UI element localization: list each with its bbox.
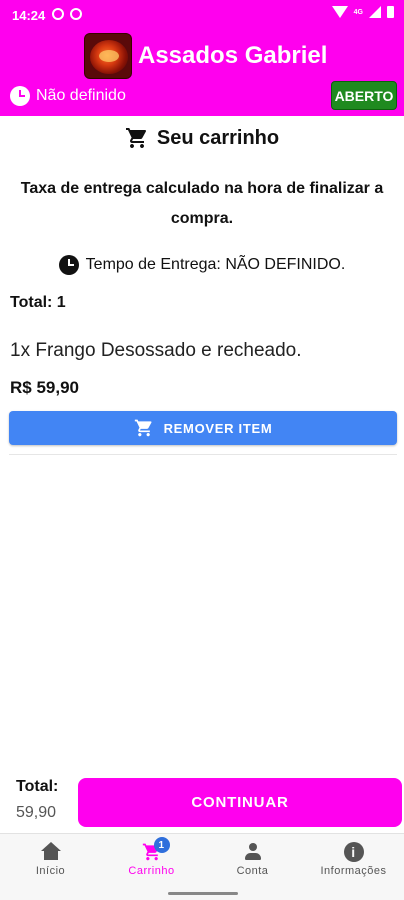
- opening-time: Não definido: [10, 86, 126, 106]
- home-indicator[interactable]: [168, 892, 238, 895]
- delivery-time: Tempo de Entrega: NÃO DEFINIDO.: [0, 255, 404, 275]
- battery-icon: [387, 6, 394, 18]
- delivery-fee-note: Taxa de entrega calculado na hora de fin…: [20, 180, 384, 227]
- cart-item-price: R$ 59,90: [10, 378, 79, 397]
- footer-total-value: 59,90: [16, 804, 57, 821]
- network-type: 4G: [353, 8, 363, 16]
- wifi-icon: [331, 6, 348, 18]
- continue-button[interactable]: CONTINUAR: [78, 778, 402, 827]
- bottom-navigation: Início 1 Carrinho Conta i Informações: [0, 833, 404, 900]
- status-bar: 14:24 4G: [0, 0, 404, 30]
- divider: [9, 454, 397, 455]
- status-time: 14:24: [12, 8, 46, 23]
- nav-item-carrinho[interactable]: 1 Carrinho: [101, 834, 202, 900]
- nav-label: Informações: [320, 865, 387, 877]
- remove-item-button[interactable]: REMOVER ITEM: [9, 411, 397, 445]
- notification-icon: [52, 8, 64, 20]
- cart-item-name: 1x Frango Desossado e recheado.: [10, 340, 302, 361]
- cart-icon: [134, 419, 152, 437]
- nav-label: Conta: [236, 865, 269, 877]
- home-icon: [40, 842, 62, 862]
- remove-item-label: REMOVER ITEM: [163, 420, 273, 436]
- clock-icon: [10, 86, 30, 106]
- clock-icon: [58, 255, 79, 275]
- opening-time-label: Não definido: [36, 87, 126, 104]
- open-status-badge: ABERTO: [331, 81, 397, 110]
- signal-icon: [369, 6, 381, 18]
- info-icon: i: [343, 842, 364, 862]
- store-name: Assados Gabriel: [138, 42, 328, 69]
- nav-item-informacoes[interactable]: i Informações: [303, 834, 404, 900]
- nav-label: Carrinho: [128, 865, 175, 877]
- cart-count-badge: 1: [153, 837, 170, 853]
- cart-title-text: Seu carrinho: [156, 126, 280, 149]
- nav-item-conta[interactable]: Conta: [202, 834, 303, 900]
- nav-label: Início: [35, 865, 66, 877]
- cart-total-count: Total: 1: [10, 294, 66, 311]
- nav-item-inicio[interactable]: Início: [0, 834, 101, 900]
- notification-icon: [70, 8, 82, 20]
- cart-icon: [125, 128, 146, 148]
- app-header: 14:24 4G Assados Gabriel Não definido AB…: [0, 0, 404, 116]
- footer-total-label: Total:: [16, 778, 59, 795]
- page-title: Seu carrinho: [0, 126, 404, 150]
- store-logo: [84, 33, 132, 79]
- account-icon: [242, 842, 264, 862]
- delivery-time-text: Tempo de Entrega: NÃO DEFINIDO.: [85, 256, 346, 273]
